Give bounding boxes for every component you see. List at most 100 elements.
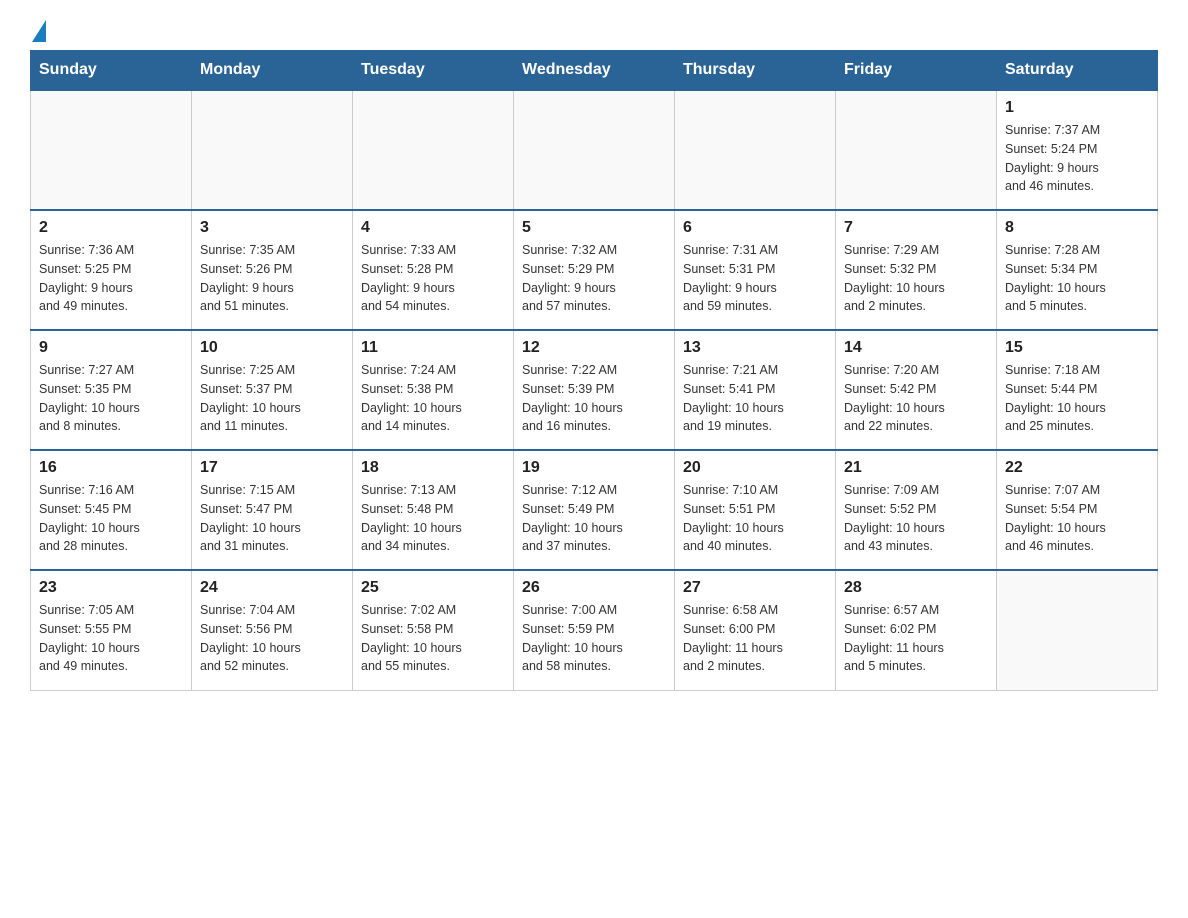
day-number: 20 xyxy=(683,459,827,477)
calendar-cell xyxy=(675,90,836,210)
calendar-cell: 8 Sunrise: 7:28 AMSunset: 5:34 PMDaylight… xyxy=(997,210,1158,330)
day-number: 2 xyxy=(39,219,183,237)
day-info: Sunrise: 7:18 AMSunset: 5:44 PMDaylight:… xyxy=(1005,361,1149,436)
calendar-cell: 14Sunrise: 7:20 AMSunset: 5:42 PMDayligh… xyxy=(836,330,997,450)
calendar-cell xyxy=(192,90,353,210)
calendar-cell: 22 Sunrise: 7:07 AMSunset: 5:54 PMDayligh… xyxy=(997,450,1158,570)
page-header xyxy=(30,20,1158,40)
day-number: 28 xyxy=(844,579,988,597)
weekday-header-monday: Monday xyxy=(192,51,353,91)
calendar-cell: 2 Sunrise: 7:36 AMSunset: 5:25 PMDaylight… xyxy=(31,210,192,330)
calendar-cell: 6 Sunrise: 7:31 AMSunset: 5:31 PMDaylight… xyxy=(675,210,836,330)
day-number: 13 xyxy=(683,339,827,357)
day-info: Sunrise: 7:05 AMSunset: 5:55 PMDaylight:… xyxy=(39,601,183,676)
calendar-cell: 4 Sunrise: 7:33 AMSunset: 5:28 PMDaylight… xyxy=(353,210,514,330)
calendar-cell: 11 Sunrise: 7:24 AMSunset: 5:38 PMDayligh… xyxy=(353,330,514,450)
logo-triangle-icon xyxy=(32,20,46,42)
day-info: Sunrise: 7:32 AMSunset: 5:29 PMDaylight:… xyxy=(522,241,666,316)
calendar-cell: 28 Sunrise: 6:57 AMSunset: 6:02 PMDayligh… xyxy=(836,570,997,690)
day-number: 10 xyxy=(200,339,344,357)
day-info: Sunrise: 6:57 AMSunset: 6:02 PMDaylight:… xyxy=(844,601,988,676)
day-info: Sunrise: 7:36 AMSunset: 5:25 PMDaylight:… xyxy=(39,241,183,316)
day-info: Sunrise: 7:16 AMSunset: 5:45 PMDaylight:… xyxy=(39,481,183,556)
day-info: Sunrise: 7:28 AMSunset: 5:34 PMDaylight:… xyxy=(1005,241,1149,316)
day-info: Sunrise: 7:35 AMSunset: 5:26 PMDaylight:… xyxy=(200,241,344,316)
day-number: 3 xyxy=(200,219,344,237)
day-info: Sunrise: 7:25 AMSunset: 5:37 PMDaylight:… xyxy=(200,361,344,436)
calendar-cell xyxy=(836,90,997,210)
calendar-cell: 16Sunrise: 7:16 AMSunset: 5:45 PMDayligh… xyxy=(31,450,192,570)
day-info: Sunrise: 7:07 AMSunset: 5:54 PMDaylight:… xyxy=(1005,481,1149,556)
calendar-cell: 23 Sunrise: 7:05 AMSunset: 5:55 PMDayligh… xyxy=(31,570,192,690)
weekday-header-tuesday: Tuesday xyxy=(353,51,514,91)
week-row-4: 16Sunrise: 7:16 AMSunset: 5:45 PMDayligh… xyxy=(31,450,1158,570)
day-number: 12 xyxy=(522,339,666,357)
day-info: Sunrise: 7:20 AMSunset: 5:42 PMDaylight:… xyxy=(844,361,988,436)
day-info: Sunrise: 7:04 AMSunset: 5:56 PMDaylight:… xyxy=(200,601,344,676)
calendar-cell: 3 Sunrise: 7:35 AMSunset: 5:26 PMDaylight… xyxy=(192,210,353,330)
day-number: 5 xyxy=(522,219,666,237)
day-number: 6 xyxy=(683,219,827,237)
week-row-5: 23 Sunrise: 7:05 AMSunset: 5:55 PMDayligh… xyxy=(31,570,1158,690)
week-row-1: 1 Sunrise: 7:37 AMSunset: 5:24 PMDaylight… xyxy=(31,90,1158,210)
day-number: 1 xyxy=(1005,99,1149,117)
day-number: 19 xyxy=(522,459,666,477)
calendar-header-row: SundayMondayTuesdayWednesdayThursdayFrid… xyxy=(31,51,1158,91)
calendar-cell: 17Sunrise: 7:15 AMSunset: 5:47 PMDayligh… xyxy=(192,450,353,570)
calendar-cell xyxy=(31,90,192,210)
week-row-2: 2 Sunrise: 7:36 AMSunset: 5:25 PMDaylight… xyxy=(31,210,1158,330)
calendar-cell: 21 Sunrise: 7:09 AMSunset: 5:52 PMDayligh… xyxy=(836,450,997,570)
day-number: 9 xyxy=(39,339,183,357)
weekday-header-wednesday: Wednesday xyxy=(514,51,675,91)
day-info: Sunrise: 7:31 AMSunset: 5:31 PMDaylight:… xyxy=(683,241,827,316)
day-info: Sunrise: 7:13 AMSunset: 5:48 PMDaylight:… xyxy=(361,481,505,556)
day-number: 22 xyxy=(1005,459,1149,477)
day-number: 17 xyxy=(200,459,344,477)
day-number: 23 xyxy=(39,579,183,597)
day-info: Sunrise: 7:29 AMSunset: 5:32 PMDaylight:… xyxy=(844,241,988,316)
day-info: Sunrise: 7:33 AMSunset: 5:28 PMDaylight:… xyxy=(361,241,505,316)
weekday-header-saturday: Saturday xyxy=(997,51,1158,91)
day-info: Sunrise: 6:58 AMSunset: 6:00 PMDaylight:… xyxy=(683,601,827,676)
calendar-cell: 5 Sunrise: 7:32 AMSunset: 5:29 PMDaylight… xyxy=(514,210,675,330)
calendar-cell: 24 Sunrise: 7:04 AMSunset: 5:56 PMDayligh… xyxy=(192,570,353,690)
calendar-cell: 12 Sunrise: 7:22 AMSunset: 5:39 PMDayligh… xyxy=(514,330,675,450)
day-info: Sunrise: 7:24 AMSunset: 5:38 PMDaylight:… xyxy=(361,361,505,436)
day-info: Sunrise: 7:22 AMSunset: 5:39 PMDaylight:… xyxy=(522,361,666,436)
weekday-header-friday: Friday xyxy=(836,51,997,91)
day-number: 7 xyxy=(844,219,988,237)
calendar-cell: 15Sunrise: 7:18 AMSunset: 5:44 PMDayligh… xyxy=(997,330,1158,450)
day-info: Sunrise: 7:10 AMSunset: 5:51 PMDaylight:… xyxy=(683,481,827,556)
day-info: Sunrise: 7:00 AMSunset: 5:59 PMDaylight:… xyxy=(522,601,666,676)
day-info: Sunrise: 7:27 AMSunset: 5:35 PMDaylight:… xyxy=(39,361,183,436)
day-number: 8 xyxy=(1005,219,1149,237)
calendar-cell: 18 Sunrise: 7:13 AMSunset: 5:48 PMDayligh… xyxy=(353,450,514,570)
day-info: Sunrise: 7:12 AMSunset: 5:49 PMDaylight:… xyxy=(522,481,666,556)
weekday-header-thursday: Thursday xyxy=(675,51,836,91)
day-info: Sunrise: 7:02 AMSunset: 5:58 PMDaylight:… xyxy=(361,601,505,676)
day-number: 4 xyxy=(361,219,505,237)
day-info: Sunrise: 7:09 AMSunset: 5:52 PMDaylight:… xyxy=(844,481,988,556)
day-number: 11 xyxy=(361,339,505,357)
calendar-cell: 1 Sunrise: 7:37 AMSunset: 5:24 PMDaylight… xyxy=(997,90,1158,210)
day-number: 25 xyxy=(361,579,505,597)
calendar-cell: 9 Sunrise: 7:27 AMSunset: 5:35 PMDaylight… xyxy=(31,330,192,450)
day-info: Sunrise: 7:21 AMSunset: 5:41 PMDaylight:… xyxy=(683,361,827,436)
calendar-cell: 13 Sunrise: 7:21 AMSunset: 5:41 PMDayligh… xyxy=(675,330,836,450)
logo xyxy=(30,20,46,40)
day-number: 21 xyxy=(844,459,988,477)
calendar-cell: 19 Sunrise: 7:12 AMSunset: 5:49 PMDayligh… xyxy=(514,450,675,570)
calendar-cell xyxy=(353,90,514,210)
day-number: 24 xyxy=(200,579,344,597)
weekday-header-sunday: Sunday xyxy=(31,51,192,91)
calendar-table: SundayMondayTuesdayWednesdayThursdayFrid… xyxy=(30,50,1158,691)
day-info: Sunrise: 7:37 AMSunset: 5:24 PMDaylight:… xyxy=(1005,121,1149,196)
calendar-cell: 10 Sunrise: 7:25 AMSunset: 5:37 PMDayligh… xyxy=(192,330,353,450)
calendar-cell: 7 Sunrise: 7:29 AMSunset: 5:32 PMDaylight… xyxy=(836,210,997,330)
calendar-cell: 27Sunrise: 6:58 AMSunset: 6:00 PMDayligh… xyxy=(675,570,836,690)
calendar-cell: 20 Sunrise: 7:10 AMSunset: 5:51 PMDayligh… xyxy=(675,450,836,570)
week-row-3: 9 Sunrise: 7:27 AMSunset: 5:35 PMDaylight… xyxy=(31,330,1158,450)
day-number: 18 xyxy=(361,459,505,477)
day-number: 26 xyxy=(522,579,666,597)
calendar-cell xyxy=(997,570,1158,690)
